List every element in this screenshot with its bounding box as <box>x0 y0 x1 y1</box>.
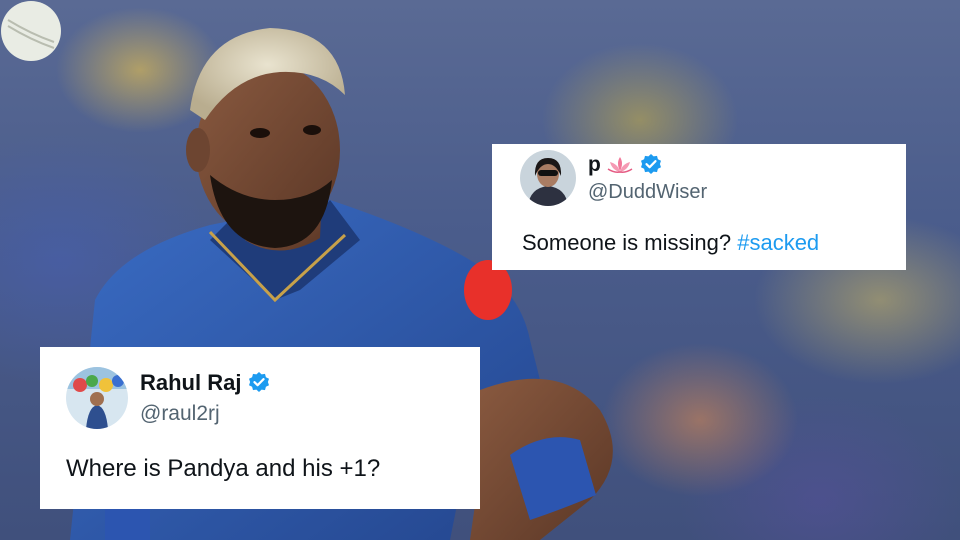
tweet-body: Someone is missing? <box>522 230 738 255</box>
user-handle[interactable]: @raul2rj <box>140 402 220 426</box>
hashtag-link[interactable]: #sacked <box>737 230 819 255</box>
cricket-ball <box>1 1 61 61</box>
verified-badge-icon <box>640 154 661 174</box>
lotus-emoji-icon <box>607 157 633 173</box>
display-name[interactable]: Rahul Raj <box>140 370 241 396</box>
tweet-text: Someone is missing? #sacked <box>522 230 819 256</box>
display-name[interactable]: p <box>588 153 601 177</box>
tweet-text: Where is Pandya and his +1? <box>66 455 381 482</box>
verified-badge-icon <box>249 372 270 392</box>
tweet-card-raul2rj[interactable]: Rahul Raj @raul2rj Where is Pandya and h… <box>40 347 480 509</box>
avatar[interactable] <box>520 150 576 206</box>
avatar[interactable] <box>66 367 128 429</box>
tweet-card-duddwiser[interactable]: p @DuddWiser Someone is missing? #sacked <box>492 144 906 270</box>
user-handle[interactable]: @DuddWiser <box>588 181 707 204</box>
